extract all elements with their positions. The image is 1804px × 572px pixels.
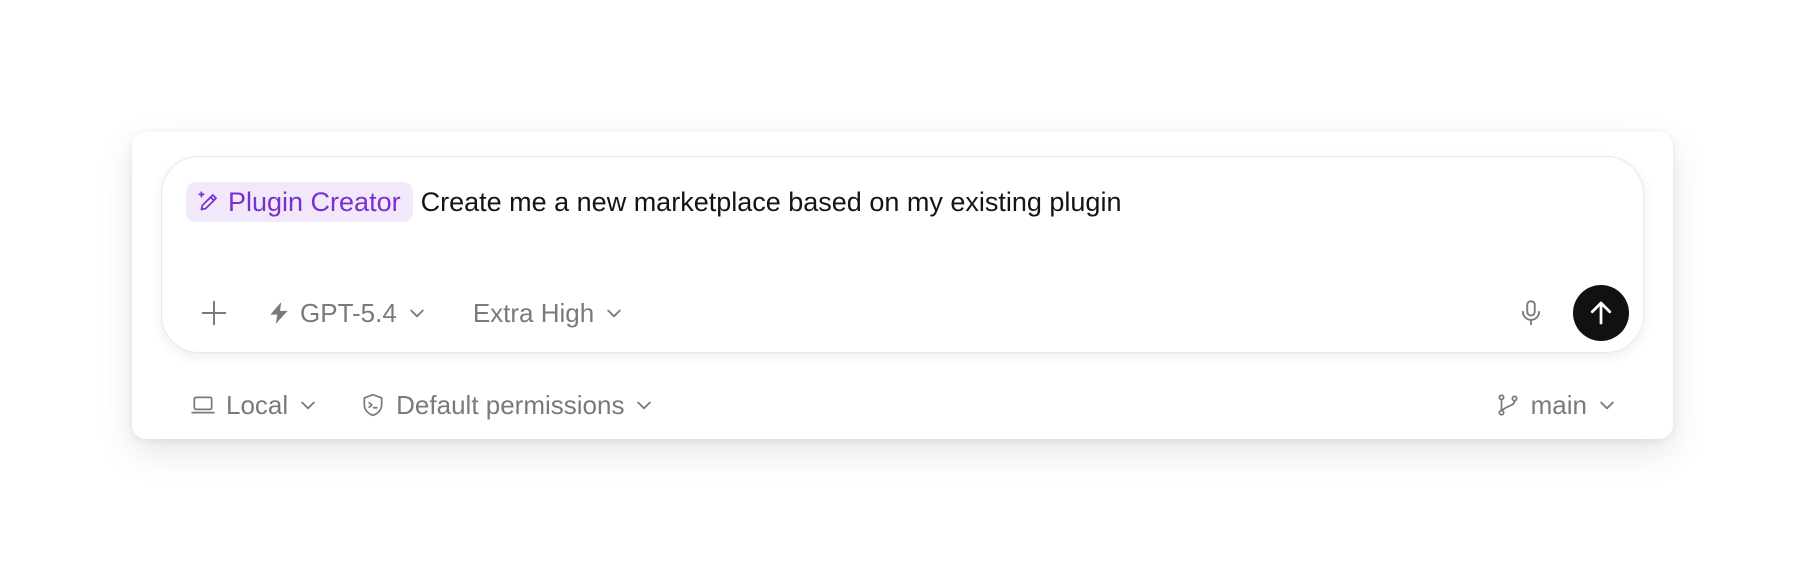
- chevron-down-icon: [607, 309, 621, 318]
- git-branch-icon: [1498, 394, 1518, 416]
- arrow-up-icon: [1590, 301, 1612, 325]
- laptop-icon: [191, 396, 215, 414]
- permissions-selector-button[interactable]: Default permissions: [360, 390, 654, 421]
- chevron-down-icon: [637, 401, 652, 410]
- reasoning-effort-label: Extra High: [472, 297, 595, 328]
- skill-chip-label: Plugin Creator: [228, 186, 401, 217]
- skill-chip[interactable]: Plugin Creator: [186, 182, 413, 222]
- prompt-composer[interactable]: Plugin Creator Create me a new marketpla…: [161, 156, 1644, 353]
- prompt-text[interactable]: Create me a new marketplace based on my …: [421, 187, 1122, 218]
- composer-card: Plugin Creator Create me a new marketpla…: [132, 132, 1673, 439]
- pencil-sparkle-icon: [198, 191, 217, 211]
- environment-label: Local: [226, 389, 289, 420]
- composer-footer: Local Default permissions main: [190, 384, 1617, 426]
- lightning-bolt-icon: [270, 302, 288, 324]
- chevron-down-icon: [1600, 401, 1614, 410]
- composer-toolbar: GPT-5.4 Extra High: [186, 285, 1629, 341]
- environment-selector-button[interactable]: Local: [190, 390, 318, 421]
- voice-input-button[interactable]: [1509, 291, 1553, 335]
- chevron-down-icon: [301, 401, 315, 410]
- model-label: GPT-5.4: [300, 297, 397, 328]
- branch-selector-button[interactable]: main: [1495, 390, 1617, 421]
- add-attachment-button[interactable]: [192, 291, 236, 335]
- send-button[interactable]: [1573, 285, 1629, 341]
- prompt-input-row[interactable]: Plugin Creator Create me a new marketpla…: [186, 182, 1121, 222]
- permissions-label: Default permissions: [396, 389, 625, 420]
- model-selector-button[interactable]: GPT-5.4: [266, 298, 427, 329]
- plus-icon: [201, 300, 227, 326]
- shield-terminal-icon: [363, 393, 383, 417]
- microphone-icon: [1521, 300, 1541, 326]
- branch-label: main: [1530, 389, 1587, 420]
- chevron-down-icon: [410, 309, 424, 318]
- reasoning-effort-button[interactable]: Extra High: [473, 298, 624, 329]
